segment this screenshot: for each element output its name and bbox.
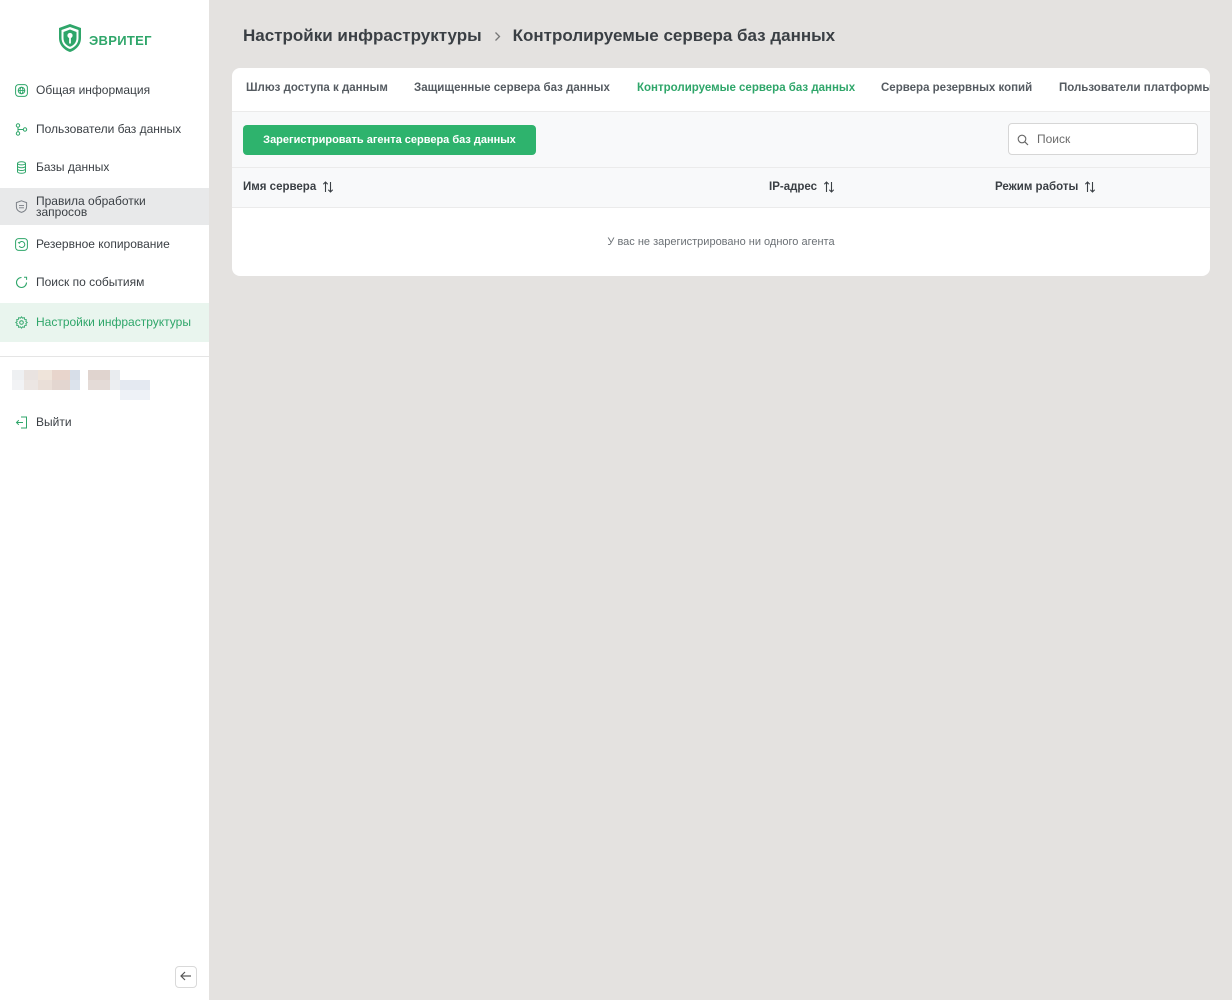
chevron-right-icon <box>494 31 501 42</box>
brand-logo[interactable]: ЭВРИТЕГ <box>57 23 152 58</box>
globe-icon <box>15 84 28 97</box>
users-network-icon <box>15 123 28 136</box>
content-card: Шлюз доступа к данным Защищенные сервера… <box>232 68 1210 276</box>
sidebar-item-label: Пользователи баз данных <box>36 122 182 136</box>
logout-icon <box>15 416 28 429</box>
sidebar-item-databases[interactable]: Базы данных <box>0 157 209 178</box>
column-label: IP-адрес <box>769 181 818 193</box>
sidebar-item-label: Поиск по событиям <box>36 275 145 289</box>
sidebar-item-label: Общая информация <box>36 83 151 97</box>
search-field[interactable] <box>1008 123 1198 155</box>
breadcrumb: Настройки инфраструктуры Контролируемые … <box>243 26 835 46</box>
sidebar: ЭВРИТЕГ Общая информация Пользователи ба… <box>0 0 209 1000</box>
arrow-left-icon <box>180 968 192 986</box>
tab-monitored-servers[interactable]: Контролируемые сервера баз данных <box>637 82 855 94</box>
column-label: Имя сервера <box>243 181 317 193</box>
logout-button[interactable]: Выйти <box>0 412 209 433</box>
empty-state-message: У вас не зарегистрировано ни одного аген… <box>607 236 835 248</box>
tab-backup-servers[interactable]: Сервера резервных копий <box>881 82 1032 94</box>
column-header-ip-address[interactable]: IP-адрес <box>769 181 835 193</box>
sidebar-item-label: Резервное копирование <box>36 237 170 251</box>
sidebar-item-event-search[interactable]: Поиск по событиям <box>0 272 209 293</box>
register-agent-button[interactable]: Зарегистрировать агента сервера баз данн… <box>243 125 536 155</box>
sidebar-item-db-users[interactable]: Пользователи баз данных <box>0 119 209 140</box>
tab-platform-users[interactable]: Пользователи платформы <box>1059 82 1210 94</box>
column-header-mode[interactable]: Режим работы <box>995 181 1096 193</box>
shield-icon <box>15 200 28 213</box>
brand-name: ЭВРИТЕГ <box>89 33 152 48</box>
sort-icon <box>823 181 835 193</box>
sidebar-item-overview[interactable]: Общая информация <box>0 80 209 101</box>
tab-protected-servers[interactable]: Защищенные сервера баз данных <box>414 82 610 94</box>
column-header-server-name[interactable]: Имя сервера <box>243 181 334 193</box>
collapse-sidebar-button[interactable] <box>175 966 197 988</box>
history-search-icon <box>15 276 28 289</box>
breadcrumb-current: Контролируемые сервера баз данных <box>512 26 836 45</box>
sidebar-item-backup[interactable]: Резервное копирование <box>0 234 209 255</box>
breadcrumb-parent-link[interactable]: Настройки инфраструктуры <box>243 26 482 46</box>
sidebar-item-label: Правила обработки запросов <box>36 193 146 219</box>
logout-label: Выйти <box>36 415 72 429</box>
backup-icon <box>15 238 28 251</box>
sidebar-item-infrastructure[interactable]: Настройки инфраструктуры <box>0 303 209 342</box>
shield-logo-icon <box>57 23 83 58</box>
search-icon <box>1017 133 1029 151</box>
gear-icon <box>15 316 28 329</box>
tab-data-gateway[interactable]: Шлюз доступа к данным <box>246 82 388 94</box>
toolbar: Зарегистрировать агента сервера баз данн… <box>232 112 1210 168</box>
database-icon <box>15 161 28 174</box>
sidebar-item-query-rules[interactable]: Правила обработки запросов <box>0 188 209 225</box>
tab-bar: Шлюз доступа к данным Защищенные сервера… <box>232 68 1210 112</box>
sidebar-item-label: Настройки инфраструктуры <box>36 315 191 329</box>
user-name-redacted <box>12 370 150 400</box>
sort-icon <box>1084 181 1096 193</box>
sidebar-item-label: Базы данных <box>36 160 110 174</box>
sidebar-divider <box>0 356 209 357</box>
table-header: Имя сервера IP-адрес Режим работы <box>232 168 1210 208</box>
sort-icon <box>322 181 334 193</box>
search-input[interactable] <box>1037 130 1187 148</box>
column-label: Режим работы <box>995 181 1079 193</box>
